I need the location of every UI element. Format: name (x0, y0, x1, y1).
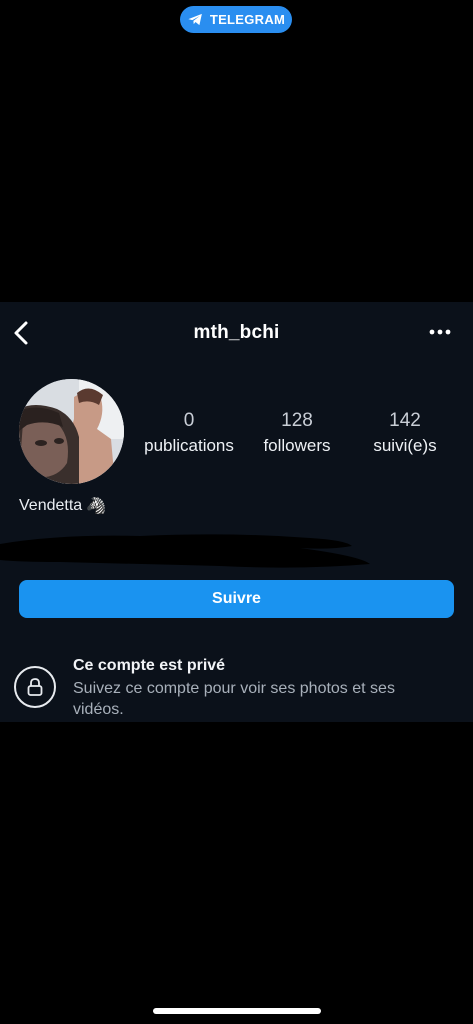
private-account-title: Ce compte est privé (73, 657, 226, 674)
profile-avatar[interactable] (19, 379, 124, 484)
telegram-label: TELEGRAM (209, 12, 286, 27)
stat-value: 128 (281, 410, 313, 431)
profile-header: mth_bchi (0, 302, 473, 362)
private-account-text: Suivez ce compte pour voir ses photos et… (73, 680, 395, 718)
follow-button[interactable]: Suivre (19, 580, 454, 618)
more-horizontal-icon[interactable] (426, 324, 454, 340)
profile-username: mth_bchi (193, 322, 280, 343)
telegram-return-pill[interactable]: TELEGRAM (180, 6, 292, 33)
lock-icon (27, 678, 43, 696)
home-indicator[interactable] (153, 1008, 321, 1014)
stat-followers[interactable]: 128 followers (237, 410, 357, 456)
profile-bio: Vendetta 🦓 (19, 496, 106, 516)
profile-panel: mth_bchi 0 publications 128 followers 14… (0, 302, 473, 722)
bio-name: Vendetta (19, 497, 83, 514)
stat-label: publications (144, 436, 234, 455)
stat-value: 0 (183, 410, 195, 431)
telegram-icon (188, 13, 202, 26)
stat-value: 142 (389, 410, 421, 431)
stat-label: followers (263, 436, 331, 455)
redaction-scribble (0, 534, 370, 568)
private-lock-badge (14, 666, 56, 708)
stat-following[interactable]: 142 suivi(e)s (345, 410, 465, 456)
stat-publications[interactable]: 0 publications (129, 410, 249, 456)
avatar-image (19, 379, 124, 484)
zebra-emoji-icon: 🦓 (86, 498, 107, 515)
stat-label: suivi(e)s (373, 436, 437, 455)
